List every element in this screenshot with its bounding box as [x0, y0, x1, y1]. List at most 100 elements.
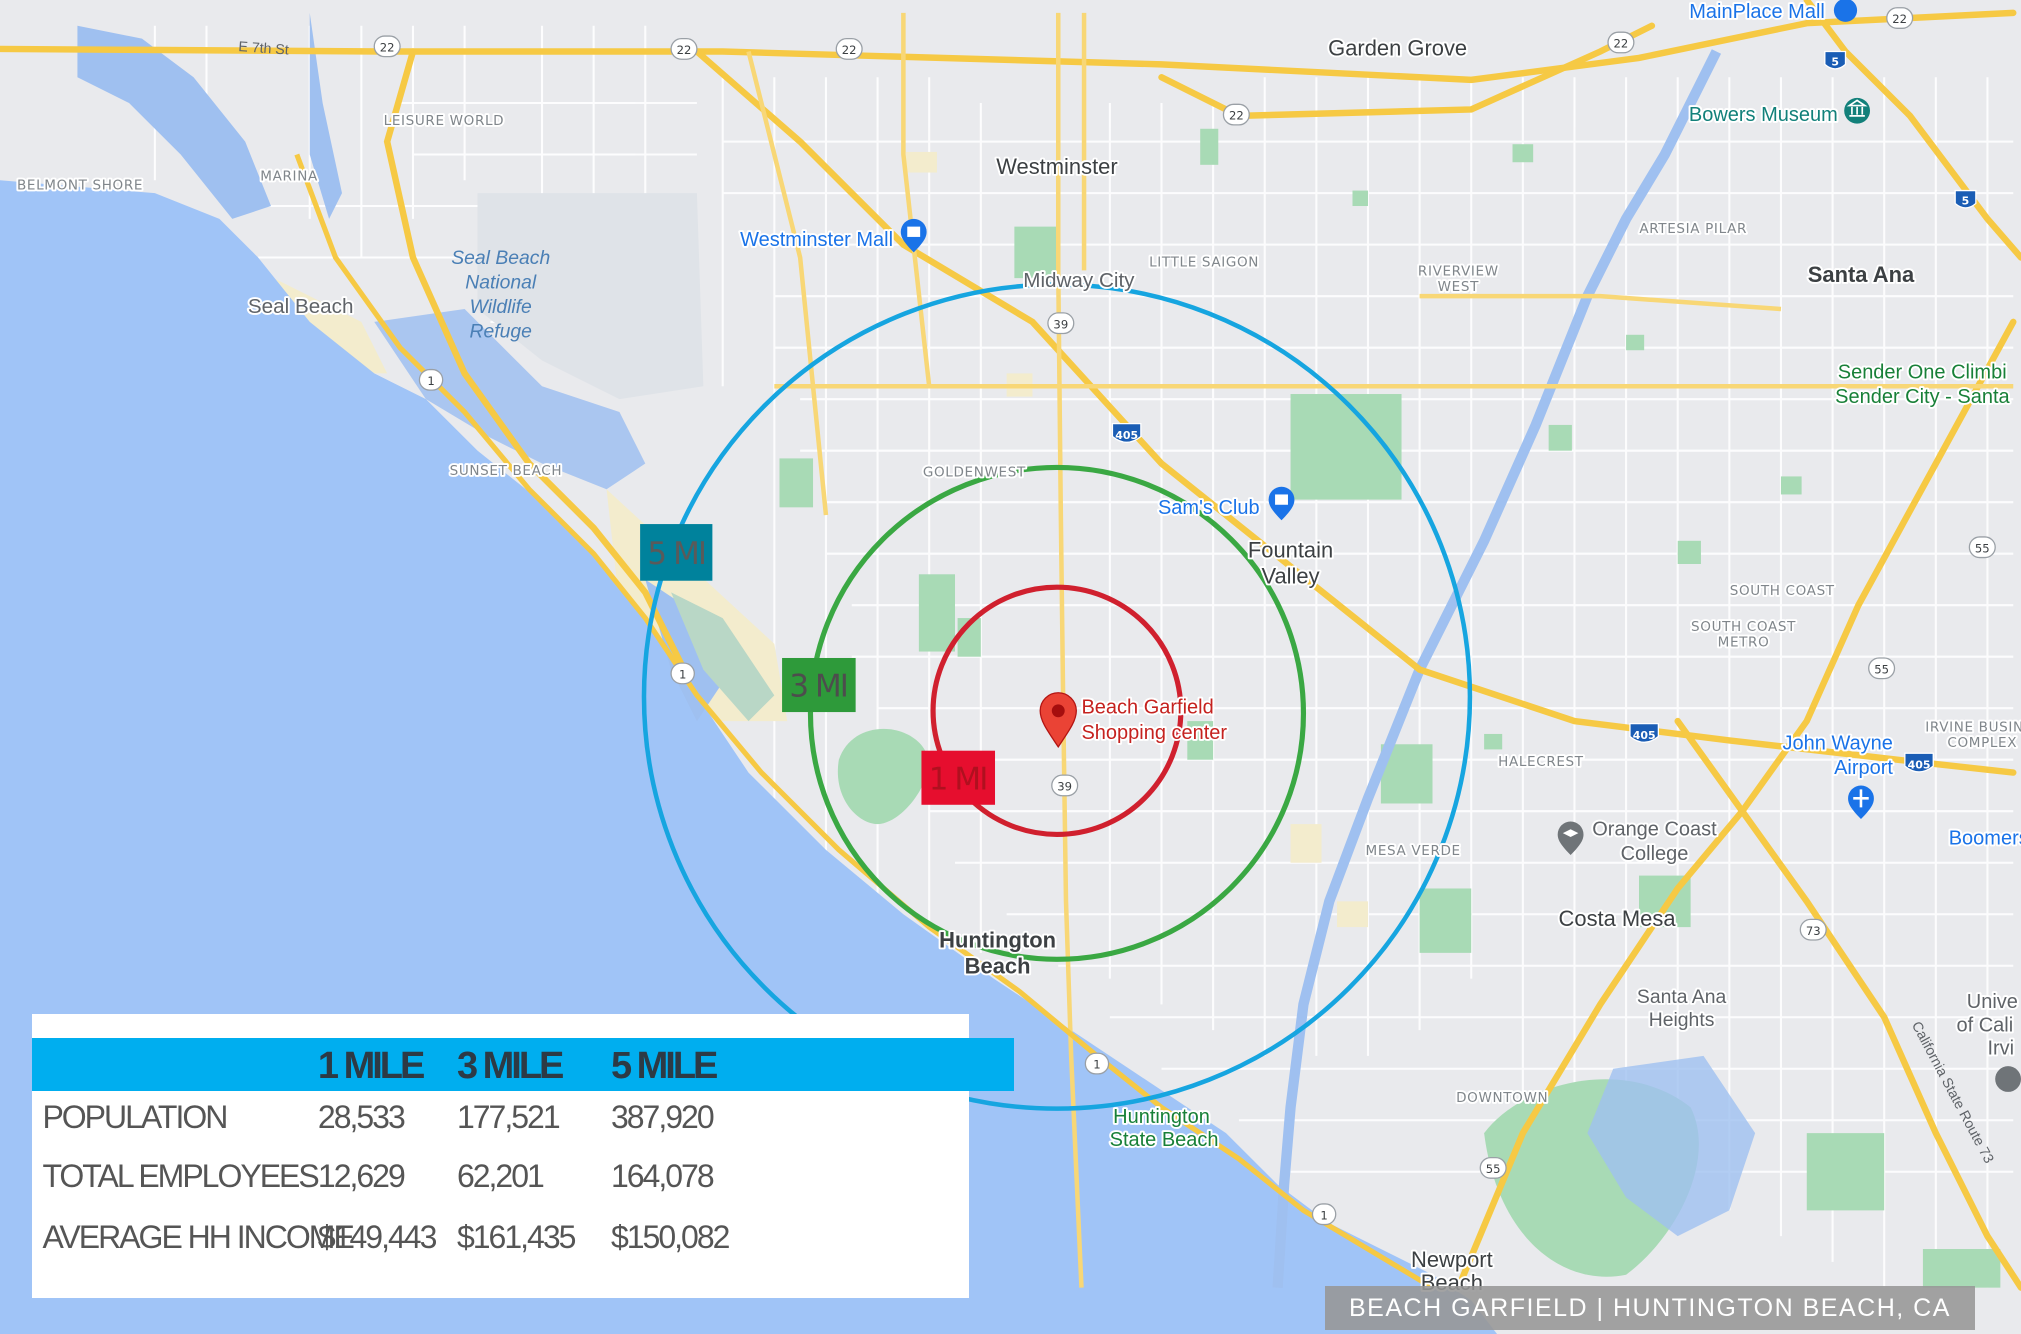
population-3-mile: 177,521 [456, 1099, 561, 1136]
population-1-mile: 28,533 [317, 1099, 406, 1136]
employees-1-mile: 12,629 [317, 1158, 406, 1195]
i5-shield: 5 [1954, 189, 1977, 209]
city-westminster: Westminster [996, 154, 1117, 179]
income-1-mile: $149,443 [317, 1218, 437, 1255]
bowers-museum-label: Bowers Museum [1689, 104, 1838, 126]
hood-leisure-world: LEISURE WORLD [384, 113, 505, 129]
svg-text:55: 55 [1486, 1162, 1501, 1176]
i405-shield: 405 [1111, 422, 1142, 443]
svg-text:55: 55 [1874, 662, 1889, 676]
sr55-shield: 55 [1968, 536, 1996, 559]
subject-label-line1: Beach Garfield [1081, 696, 1213, 718]
city-santa-ana-heights-line1: Santa Ana [1637, 987, 1727, 1008]
sender-one-label-line1: Sender One Climbi [1838, 362, 2007, 384]
hood-goldenwest: GOLDENWEST [923, 464, 1026, 480]
ring-label-3mi-text: 3 MI [789, 669, 847, 705]
airport-label-line1: John Wayne [1783, 732, 1893, 754]
sr1-shield: 1 [418, 368, 444, 391]
city-costa-mesa: Costa Mesa [1559, 906, 1677, 931]
row-label-average-hh-income: AVERAGE HH INCOME [42, 1218, 354, 1255]
svg-text:1: 1 [1093, 1058, 1100, 1072]
population-5-mile: 387,920 [610, 1099, 715, 1136]
svg-text:5: 5 [1962, 195, 1970, 208]
refuge-label-line4: Refuge [470, 321, 533, 342]
ring-label-5mi: 5 MI [640, 524, 713, 581]
sr73-shield: 73 [1799, 918, 1827, 941]
state-beach-label-line1: Huntington [1113, 1106, 1210, 1128]
huntington-state-beach-poi[interactable]: Huntington State Beach [1108, 1104, 1221, 1153]
university-label-line1: Unive [1967, 991, 2018, 1013]
city-santa-ana-heights-line2: Heights [1649, 1010, 1715, 1031]
svg-text:22: 22 [1614, 37, 1629, 51]
i5-shield: 5 [1824, 50, 1847, 70]
svg-text:22: 22 [380, 41, 395, 55]
sr22-shield: 22 [670, 37, 698, 60]
svg-text:405: 405 [1633, 729, 1656, 742]
svg-text:39: 39 [1053, 317, 1068, 331]
sr39-shield: 39 [1051, 774, 1079, 797]
location-caption: BEACH GARFIELD | HUNTINGTON BEACH, CA [1325, 1286, 1975, 1331]
hood-downtown: DOWNTOWN [1456, 1090, 1548, 1106]
city-huntington-beach-line2: Beach [965, 953, 1031, 978]
street-e-7th-st: E 7th St [238, 39, 290, 58]
refuge-label-line1: Seal Beach [451, 248, 550, 269]
city-fountain-valley-line1: Fountain [1248, 538, 1333, 563]
svg-text:1: 1 [427, 374, 434, 388]
westminster-mall-label: Westminster Mall [740, 229, 893, 251]
sr1-shield: 1 [670, 662, 695, 685]
boomers-label: Boomers Ir [1949, 828, 2021, 850]
ring-label-3mi: 3 MI [782, 657, 856, 713]
hood-riverview-west-line1: RIVERVIEW [1418, 264, 1499, 280]
city-santa-ana: Santa Ana [1808, 262, 1915, 287]
i405-shield: 405 [1629, 723, 1660, 743]
hood-marina: MARINA [260, 168, 318, 184]
hood-mesa-verde: MESA VERDE [1366, 843, 1461, 859]
refuge-label-line2: National [465, 272, 537, 293]
city-huntington-beach-line1: Huntington [939, 928, 1056, 953]
city-garden-grove: Garden Grove [1328, 35, 1467, 60]
hood-south-coast-metro-line2: METRO [1718, 634, 1770, 650]
i405-shield: 405 [1904, 752, 1934, 773]
university-label-line3: Irvi [1987, 1038, 2014, 1060]
ring-label-5mi-text: 5 MI [647, 536, 705, 572]
column-header-1-mile: 1 MILE [317, 1044, 425, 1087]
svg-text:5: 5 [1831, 56, 1839, 69]
sr22-shield: 22 [373, 35, 401, 58]
svg-text:39: 39 [1057, 780, 1072, 794]
boomers-poi[interactable]: Boomers Ir [1947, 826, 2021, 852]
city-midway-city: Midway City [1023, 269, 1135, 292]
svg-text:1: 1 [1320, 1208, 1327, 1222]
row-label-total-employees: TOTAL EMPLOYEES [42, 1158, 319, 1195]
svg-text:22: 22 [677, 43, 692, 57]
column-header-5-mile: 5 MILE [610, 1044, 718, 1087]
hood-south-coast-metro-line1: SOUTH COAST [1691, 619, 1796, 635]
university-label-line2: of Cali [1956, 1014, 2013, 1036]
sr22-shield: 22 [1607, 31, 1635, 54]
sr22-shield: 22 [835, 37, 863, 60]
hood-riverview-west-line2: WEST [1438, 279, 1479, 295]
row-label-population: POPULATION [42, 1099, 228, 1136]
employees-3-mile: 62,201 [456, 1158, 545, 1195]
hood-south-coast: SOUTH COAST [1730, 583, 1835, 599]
sr22-shield: 22 [1222, 103, 1250, 126]
income-5-mile: $150,082 [610, 1218, 730, 1255]
income-3-mile: $161,435 [456, 1218, 576, 1255]
hood-sunset-beach: SUNSET BEACH [450, 463, 563, 479]
sr55-shield: 55 [1868, 657, 1896, 680]
svg-text:55: 55 [1975, 541, 1990, 555]
map-stage: 5 MI 3 MI 1 MI Beach Garfield Shopping c… [0, 0, 2021, 1334]
svg-text:1: 1 [679, 668, 686, 682]
ring-label-1mi-text: 1 MI [929, 761, 987, 797]
svg-text:405: 405 [1115, 429, 1138, 442]
city-newport-beach-line1: Newport [1411, 1247, 1493, 1272]
sr1-shield: 1 [1084, 1052, 1110, 1075]
sr22-shield: 22 [1886, 7, 1914, 29]
city-seal-beach: Seal Beach [248, 295, 354, 318]
column-header-3-mile: 3 MILE [456, 1044, 564, 1087]
svg-text:22: 22 [1229, 109, 1244, 123]
hood-irvine-business-line2: COMPLEX [1947, 735, 2017, 751]
hood-little-saigon: LITTLE SAIGON [1149, 255, 1259, 271]
sr55-shield: 55 [1479, 1156, 1507, 1179]
sr39-shield: 39 [1047, 312, 1075, 335]
college-label-line2: College [1621, 843, 1689, 865]
